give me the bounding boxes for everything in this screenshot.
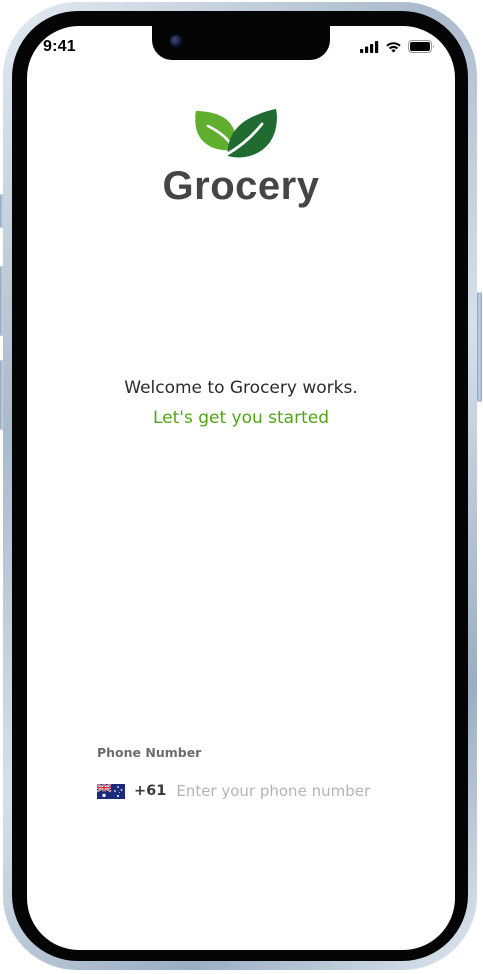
app-screen: 9:41 Grocery Welcome to Grocery works. L…	[27, 26, 455, 950]
welcome-message: Welcome to Grocery works.	[124, 378, 358, 398]
battery-icon	[408, 40, 434, 53]
welcome-tagline: Let's get you started	[152, 408, 330, 428]
status-icons	[360, 40, 435, 53]
country-code[interactable]: +61	[134, 783, 166, 799]
front-camera	[170, 35, 182, 47]
status-time: 9:41	[43, 38, 76, 55]
notch	[152, 26, 330, 60]
brand-name: Grocery	[162, 164, 320, 208]
australia-flag-icon[interactable]	[97, 783, 125, 799]
power-side-button	[477, 292, 482, 402]
cellular-signal-icon	[360, 40, 379, 53]
phone-number-field: +61	[97, 778, 417, 804]
wifi-icon	[386, 41, 401, 53]
phone-number-input[interactable]	[176, 782, 397, 800]
phone-number-label: Phone Number	[97, 745, 202, 760]
leaves-icon	[195, 109, 277, 158]
device-mockup: 9:41 Grocery Welcome to Grocery works. L…	[0, 0, 483, 974]
